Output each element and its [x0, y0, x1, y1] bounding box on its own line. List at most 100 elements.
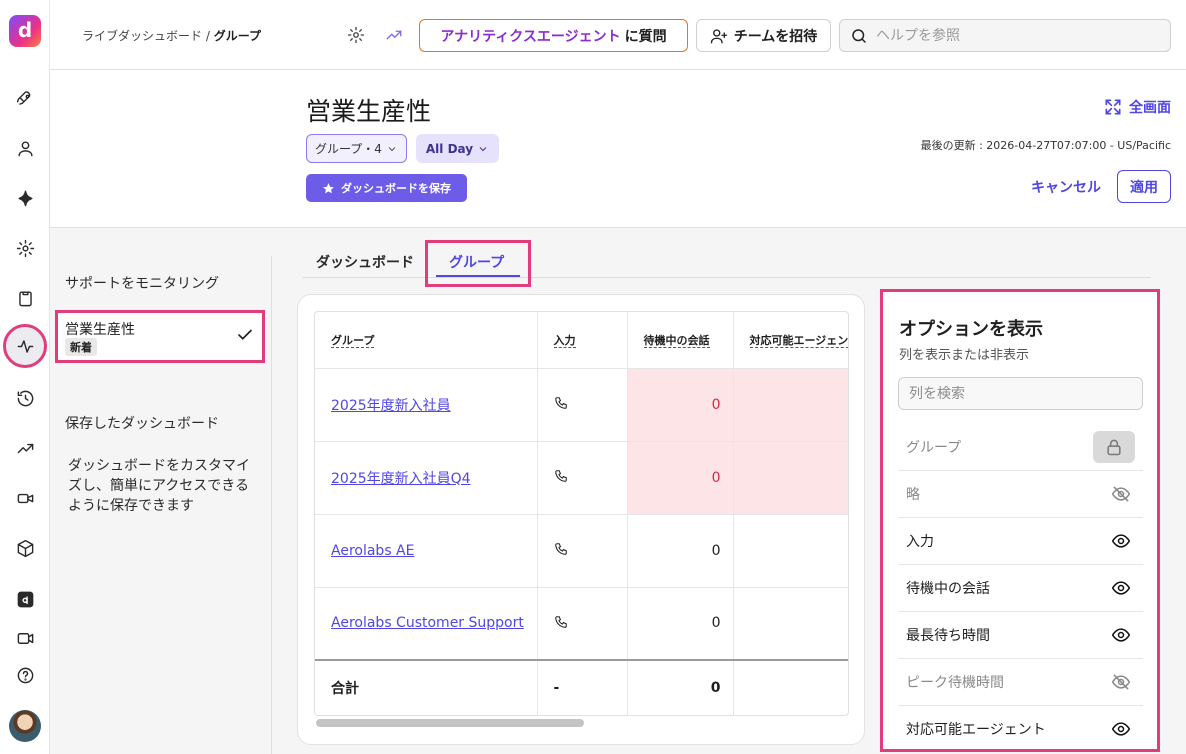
selected-dashboard-item[interactable]: 営業生産性 新着 — [55, 310, 265, 363]
active-tab-underline — [436, 275, 520, 277]
help-icon[interactable] — [13, 663, 37, 687]
panel-divider — [271, 256, 272, 754]
chevron-down-icon — [388, 146, 396, 151]
phone-icon — [537, 441, 628, 515]
settings-gear-icon[interactable] — [346, 25, 366, 45]
nav-rail: d — [0, 0, 50, 754]
eye-icon[interactable] — [1111, 578, 1131, 598]
horizontal-scrollbar[interactable] — [316, 719, 584, 727]
column-header-waiting[interactable]: 待機中の会話 — [627, 312, 734, 369]
monitoring-item[interactable]: サポートをモニタリング — [65, 273, 219, 293]
eye-icon[interactable] — [1111, 531, 1131, 551]
gear-icon[interactable] — [13, 236, 37, 260]
invite-team-label: チームを招待 — [733, 28, 818, 45]
available-agents-cell — [733, 368, 848, 442]
search-icon — [852, 28, 866, 43]
column-option-label: 待機中の会話 — [906, 581, 990, 597]
selected-dashboard-name: 営業生産性 — [65, 322, 135, 338]
lock-icon — [1107, 439, 1121, 456]
sparkle-icon[interactable] — [13, 186, 37, 210]
new-badge: 新着 — [65, 338, 97, 356]
column-header-input[interactable]: 入力 — [537, 312, 628, 369]
app-tile-icon[interactable] — [13, 587, 37, 611]
view-tabs: ダッシュボード グループ — [303, 238, 1151, 287]
invite-team-button[interactable]: チームを招待 — [696, 19, 831, 52]
video-icon[interactable] — [13, 626, 37, 650]
main-body: サポートをモニタリング 営業生産性 新着 保存したダッシュボード ダッシュボード… — [50, 228, 1186, 754]
tab-group[interactable]: グループ — [425, 240, 531, 287]
help-search[interactable] — [839, 19, 1171, 52]
group-filter-dropdown[interactable]: グループ・4 — [306, 134, 407, 163]
column-option-row: グループ — [898, 424, 1143, 471]
star-icon — [323, 182, 334, 193]
pulse-icon[interactable] — [13, 334, 37, 358]
total-input: - — [537, 659, 628, 715]
column-option-row: ピーク待機時間 — [898, 659, 1143, 706]
fullscreen-label: 全画面 — [1129, 100, 1171, 116]
checkmark-icon — [238, 329, 252, 340]
user-plus-icon — [710, 28, 727, 43]
column-option-label: 略 — [906, 487, 920, 503]
cube-icon[interactable] — [13, 536, 37, 560]
help-search-input[interactable] — [876, 27, 1146, 44]
eye-icon[interactable] — [1111, 719, 1131, 739]
available-agents-cell — [733, 514, 848, 588]
save-dashboard-button[interactable]: ダッシュボードを保存 — [306, 174, 467, 202]
history-icon[interactable] — [13, 386, 37, 410]
column-option-label: ピーク待機時間 — [906, 675, 1004, 691]
trend-icon[interactable] — [13, 436, 37, 460]
breadcrumb-parent[interactable]: ライブダッシュボード — [82, 29, 202, 43]
tab-dashboard[interactable]: ダッシュボード — [316, 252, 414, 272]
expand-icon — [1105, 99, 1121, 115]
ask-analytics-agent-button[interactable]: アナリティクスエージェント に質問 — [419, 19, 688, 52]
last-updated: 最後の更新 : 2026-04-27T07:07:00 - US/Pacific — [920, 139, 1171, 152]
group-link[interactable]: Aerolabs AE — [315, 514, 538, 588]
phone-icon — [537, 587, 628, 661]
user-icon[interactable] — [13, 136, 37, 160]
column-option-label: 最長待ち時間 — [906, 628, 990, 644]
eye-icon[interactable] — [1111, 625, 1131, 645]
agent-button-suffix: に質問 — [624, 28, 667, 45]
cancel-button[interactable]: キャンセル — [1031, 177, 1101, 197]
rocket-icon[interactable] — [13, 86, 37, 110]
waiting-cell: 0 — [627, 587, 734, 661]
group-filter-label: グループ・4 — [315, 142, 382, 156]
waiting-cell: 0 — [627, 368, 734, 442]
eye-off-icon[interactable] — [1111, 484, 1131, 504]
phone-icon — [537, 514, 628, 588]
phone-icon — [537, 368, 628, 442]
table-row: Aerolabs Customer Support 0 — [315, 587, 848, 661]
group-link[interactable]: 2025年度新入社員Q4 — [315, 441, 538, 515]
avatar[interactable] — [9, 710, 41, 742]
page-title: 営業生産性 — [306, 97, 432, 126]
table-row: 2025年度新入社員 0 — [315, 368, 848, 442]
column-header-available-agents[interactable]: 対応可能エージェント — [733, 312, 848, 369]
column-option-label: グループ — [906, 440, 962, 456]
table-row: Aerolabs AE 0 — [315, 514, 848, 588]
column-option-row: 最長待ち時間 — [898, 612, 1143, 659]
fullscreen-button[interactable]: 全画面 — [1103, 97, 1171, 117]
column-header-group[interactable]: グループ — [315, 312, 538, 369]
apply-button[interactable]: 適用 — [1117, 170, 1171, 203]
available-agents-cell — [733, 441, 848, 515]
time-filter-dropdown[interactable]: All Day — [416, 134, 499, 163]
column-option-row: 対応可能エージェント — [898, 706, 1143, 749]
saved-dashboards-description: ダッシュボードをカスタマイズし、簡単にアクセスできるように保存できます — [68, 458, 250, 514]
table-header-row: グループ 入力 待機中の会話 対応可能エージェント — [315, 312, 848, 369]
save-dashboard-label: ダッシュボードを保存 — [341, 182, 451, 195]
waiting-cell: 0 — [627, 441, 734, 515]
column-search-input[interactable] — [898, 377, 1143, 410]
trend-up-icon[interactable] — [384, 25, 404, 45]
total-waiting: 0 — [627, 659, 734, 715]
clipboard-icon[interactable] — [13, 286, 37, 310]
column-option-label: 入力 — [906, 534, 934, 550]
eye-off-icon[interactable] — [1111, 672, 1131, 692]
options-title: オプションを表示 — [899, 319, 1043, 340]
app-logo-icon[interactable]: d — [9, 15, 41, 47]
group-link[interactable]: 2025年度新入社員 — [315, 368, 538, 442]
available-agents-cell — [733, 587, 848, 661]
video-camera-icon[interactable] — [13, 486, 37, 510]
waiting-cell: 0 — [627, 514, 734, 588]
column-options-panel: オプションを表示 列を表示または非表示 グループ 略 入力 待機中の会話 最長待… — [880, 289, 1160, 752]
group-link[interactable]: Aerolabs Customer Support — [315, 587, 538, 661]
